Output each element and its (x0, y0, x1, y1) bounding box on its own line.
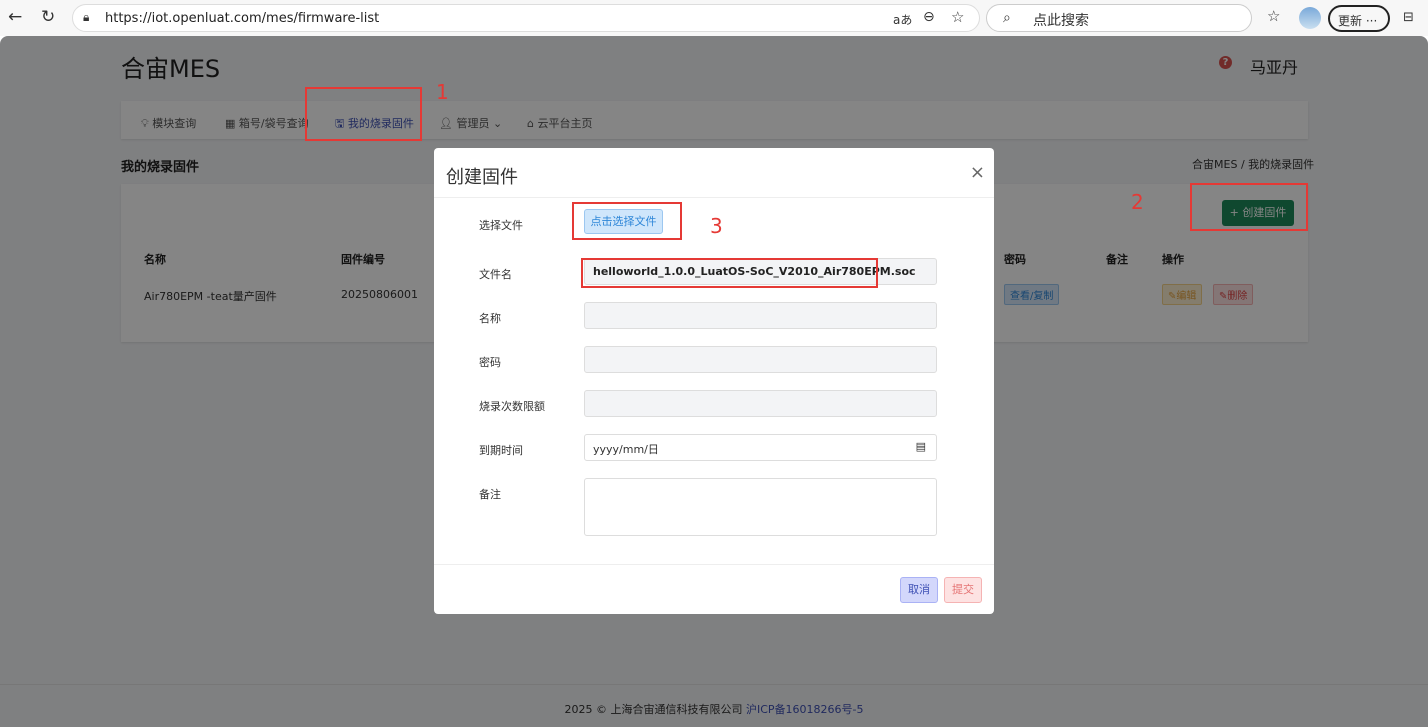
favorites-icon[interactable]: ☆ (1267, 7, 1280, 25)
back-icon[interactable]: ← (8, 7, 22, 27)
zoom-icon[interactable]: ⊖ (923, 9, 935, 25)
search-icon: ⌕ (1003, 10, 1011, 26)
name-label: 名称 (479, 312, 501, 325)
more-icon: ··· (1365, 14, 1378, 28)
annotation-box-filename (581, 258, 878, 288)
update-label: 更新 (1338, 14, 1363, 28)
limit-label: 烧录次数限额 (479, 400, 545, 413)
password-label: 密码 (479, 356, 501, 369)
address-bar[interactable]: 🔒︎ https://iot.openluat.com/mes/firmware… (72, 4, 980, 32)
annotation-box-2 (1190, 183, 1308, 231)
read-aloud-icon[interactable]: aあ (893, 11, 912, 28)
lock-icon: 🔒︎ (83, 10, 90, 24)
favorite-star-icon[interactable]: ☆ (951, 8, 964, 26)
burn-limit-input[interactable] (584, 390, 937, 417)
name-input[interactable] (584, 302, 937, 329)
browser-search[interactable]: ⌕ 点此搜索 (986, 4, 1252, 32)
date-placeholder: yyyy/mm/日 (593, 443, 659, 456)
expire-date-input[interactable]: yyyy/mm/日 ▤ (584, 434, 937, 461)
file-label: 选择文件 (479, 219, 523, 232)
update-button[interactable]: 更新 ··· (1328, 5, 1390, 32)
annotation-number-3: 3 (710, 214, 723, 238)
submit-button[interactable]: 提交 (944, 577, 982, 603)
modal-title: 创建固件 (446, 167, 518, 188)
cancel-button[interactable]: 取消 (900, 577, 938, 603)
browser-toolbar: ← ↻ 🔒︎ https://iot.openluat.com/mes/firm… (0, 0, 1428, 36)
remark-textarea[interactable] (584, 478, 937, 536)
annotation-box-1 (305, 87, 422, 141)
profile-avatar[interactable] (1299, 7, 1321, 29)
filename-label: 文件名 (479, 268, 512, 281)
reload-icon[interactable]: ↻ (41, 7, 55, 27)
search-placeholder: 点此搜索 (1033, 13, 1089, 29)
annotation-box-3 (572, 202, 682, 240)
annotation-number-1: 1 (436, 80, 449, 104)
sidebar-icon[interactable]: ⊟ (1403, 10, 1414, 25)
annotation-number-2: 2 (1131, 190, 1144, 214)
remark-label: 备注 (479, 488, 501, 501)
url-text: https://iot.openluat.com/mes/firmware-li… (105, 11, 380, 26)
close-icon[interactable]: × (970, 162, 985, 183)
modal-footer: 取消 提交 (434, 564, 994, 614)
expire-label: 到期时间 (479, 444, 523, 457)
calendar-icon[interactable]: ▤ (916, 440, 926, 453)
password-input[interactable] (584, 346, 937, 373)
